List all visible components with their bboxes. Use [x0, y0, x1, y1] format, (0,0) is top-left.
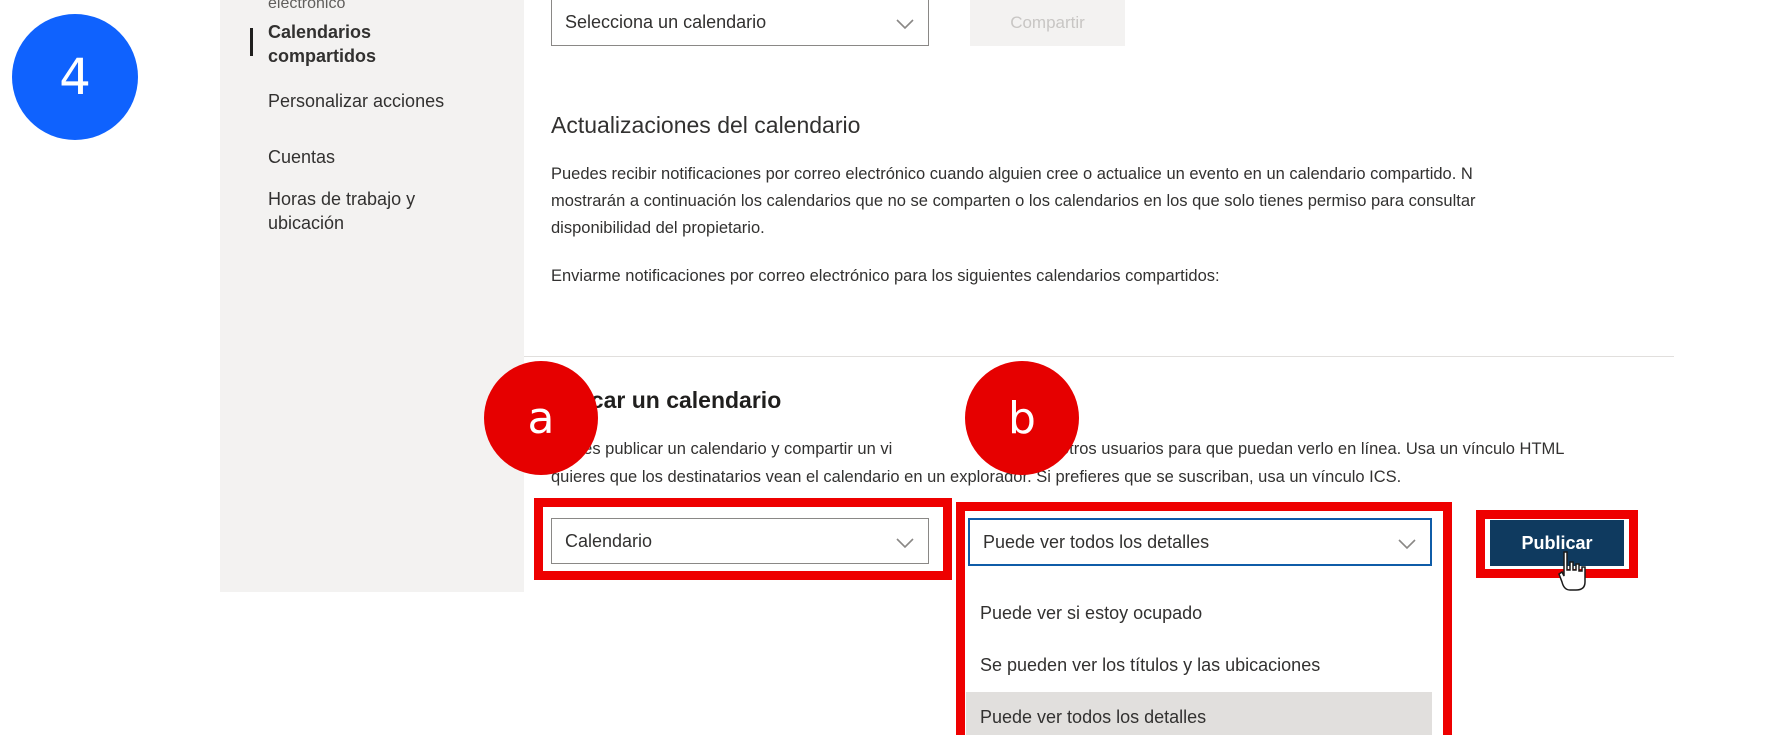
chevron-down-icon	[896, 19, 914, 30]
sidebar-item-label: Calendarios	[268, 22, 372, 42]
settings-sidebar: electrónico Calendarios compartidos Pers…	[220, 0, 524, 592]
active-nav-indicator	[250, 28, 253, 56]
sidebar-item-customize-actions[interactable]: Personalizar acciones	[268, 89, 444, 113]
section-divider	[524, 356, 1674, 357]
updates-description-line: Puedes recibir notificaciones por correo…	[551, 165, 1473, 183]
notify-label: Enviarme notificaciones por correo elect…	[551, 267, 1220, 285]
sidebar-item-label: Horas de trabajo y	[268, 189, 416, 209]
updates-section-title: Actualizaciones del calendario	[551, 112, 861, 138]
publish-description-line: quieres que los destinatarios vean el ca…	[551, 468, 1402, 486]
share-button[interactable]: Compartir	[970, 0, 1125, 46]
publish-description-line: otros usuarios para que puedan verlo en …	[1060, 440, 1565, 458]
updates-description-line: disponibilidad del propietario.	[551, 219, 765, 237]
share-calendar-select[interactable]: Selecciona un calendario	[551, 0, 929, 46]
callout-a: a	[484, 361, 598, 475]
sidebar-item-email-cutoff[interactable]: electrónico	[268, 0, 345, 16]
sidebar-item-label: ubicación	[268, 213, 345, 233]
hand-pointer-cursor-icon	[1558, 551, 1586, 591]
step-number-badge: 4	[12, 14, 138, 140]
updates-description-line: mostrarán a continuación los calendarios…	[551, 192, 1476, 210]
publish-description-line: des publicar un calendario y compartir u…	[574, 440, 893, 458]
publish-section-title: licar un calendario	[578, 387, 782, 413]
highlight-box-permission-select	[956, 502, 1452, 735]
sidebar-item-label: compartidos	[268, 46, 377, 66]
select-value: Selecciona un calendario	[565, 12, 767, 32]
highlight-box-calendar-select	[534, 498, 952, 580]
sidebar-item-accounts[interactable]: Cuentas	[268, 145, 335, 169]
callout-b: b	[965, 361, 1079, 475]
